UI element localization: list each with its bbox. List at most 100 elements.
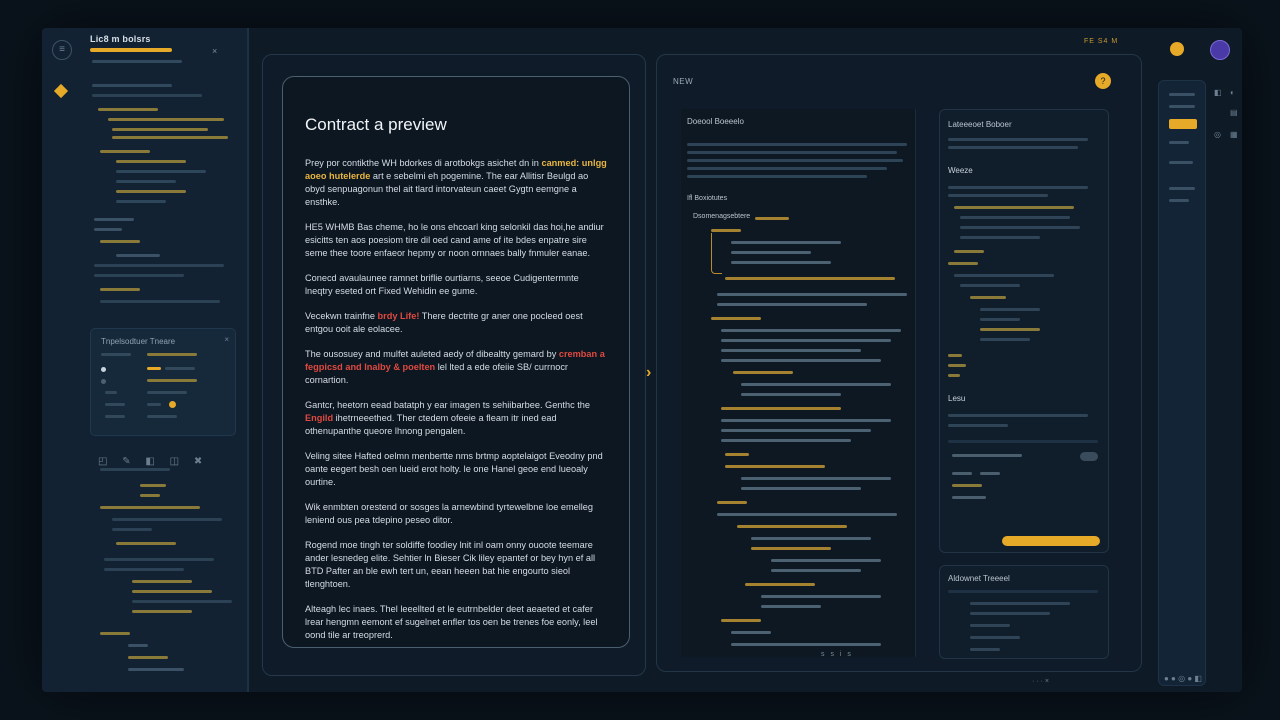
rail-line bbox=[1169, 187, 1195, 190]
code-line bbox=[745, 583, 815, 586]
tree-item[interactable] bbox=[140, 494, 160, 497]
rail-line bbox=[1169, 105, 1195, 108]
tree-item[interactable] bbox=[92, 94, 202, 97]
code-line bbox=[731, 251, 811, 254]
toggle-icon[interactable] bbox=[169, 401, 176, 408]
tree-item[interactable] bbox=[104, 568, 184, 571]
tree-item[interactable] bbox=[116, 200, 166, 203]
tree-item[interactable] bbox=[92, 84, 172, 87]
close-icon[interactable]: × bbox=[212, 46, 217, 56]
card-line bbox=[147, 415, 177, 418]
tool-icon[interactable]: ▤ bbox=[1230, 108, 1238, 117]
text-line bbox=[980, 338, 1030, 341]
side-card: Tnpelsodtuer Tneare × bbox=[90, 328, 236, 436]
tree-item[interactable] bbox=[128, 644, 148, 647]
tool-icon[interactable]: ▦ bbox=[1230, 130, 1238, 139]
code-line bbox=[721, 359, 881, 362]
tree-item[interactable] bbox=[100, 150, 150, 153]
left-sidebar: ≡ Lic8 m bolsrs × Tnpelsodtuer Tneare × bbox=[42, 28, 249, 692]
tree-item[interactable] bbox=[112, 128, 208, 131]
tool-icon[interactable]: ◎ bbox=[1214, 130, 1221, 139]
chevron-right-icon[interactable]: › bbox=[646, 364, 651, 382]
text-line bbox=[960, 236, 1040, 239]
tree-item[interactable] bbox=[132, 590, 212, 593]
tree-item[interactable] bbox=[94, 218, 134, 221]
code-line bbox=[741, 393, 841, 396]
tool-icon[interactable]: ● ● ◎ ● ◧ bbox=[1164, 674, 1202, 683]
tree-item[interactable] bbox=[100, 300, 220, 303]
radio-icon[interactable] bbox=[101, 379, 106, 384]
tree-item[interactable] bbox=[92, 60, 182, 63]
toolbar-icons[interactable]: ◰ ✎ ◧ ◫ ✖ bbox=[98, 456, 208, 467]
tree-item[interactable] bbox=[94, 264, 224, 267]
workspace-panel: NEW ? Doeool Boeeelo Ifl Boxiotutes Dsom… bbox=[656, 54, 1142, 672]
tree-item[interactable] bbox=[98, 108, 158, 111]
tree-item[interactable] bbox=[94, 228, 122, 231]
card-line bbox=[147, 391, 187, 394]
rail-line bbox=[1169, 141, 1189, 144]
card-line bbox=[147, 403, 161, 406]
tree-item[interactable] bbox=[94, 274, 184, 277]
radio-icon[interactable] bbox=[101, 367, 106, 372]
menu-icon[interactable]: ≡ bbox=[52, 40, 72, 60]
code-line bbox=[725, 465, 825, 468]
tree-item[interactable] bbox=[108, 118, 224, 121]
card-line bbox=[147, 367, 161, 370]
tree-item[interactable] bbox=[116, 180, 176, 183]
tree-item[interactable] bbox=[116, 254, 160, 257]
code-line bbox=[761, 605, 821, 608]
status-orb-icon[interactable] bbox=[1170, 42, 1184, 56]
primary-button[interactable] bbox=[1002, 536, 1100, 546]
tree-item[interactable] bbox=[128, 668, 184, 671]
close-icon[interactable]: × bbox=[224, 335, 229, 344]
text-line bbox=[687, 159, 903, 162]
tree-item[interactable] bbox=[116, 160, 186, 163]
text-line bbox=[948, 146, 1078, 149]
card-line bbox=[105, 403, 125, 406]
text-line bbox=[948, 440, 1098, 443]
tree-item[interactable] bbox=[128, 656, 168, 659]
text-line bbox=[970, 296, 1006, 299]
text-line bbox=[960, 216, 1070, 219]
tool-icon[interactable]: ◧ bbox=[1214, 88, 1222, 97]
paragraph: Alteagh lec inaes. Thel leeellted et le … bbox=[305, 604, 598, 640]
contract-preview: Contract a preview Prey por contikthe WH… bbox=[282, 76, 630, 648]
text-line bbox=[954, 206, 1074, 209]
tree-item[interactable] bbox=[100, 288, 140, 291]
tree-item[interactable] bbox=[116, 190, 186, 193]
code-line bbox=[741, 487, 861, 490]
diamond-icon[interactable] bbox=[53, 83, 69, 99]
text-line bbox=[970, 612, 1050, 615]
code-line bbox=[725, 277, 895, 280]
text-line bbox=[952, 484, 982, 487]
tree-item[interactable] bbox=[112, 528, 152, 531]
tree-item[interactable] bbox=[104, 558, 214, 561]
tree-item[interactable] bbox=[140, 484, 166, 487]
tree-item[interactable] bbox=[132, 600, 232, 603]
sidebar-title: Lic8 m bolsrs bbox=[90, 34, 151, 44]
tree-item[interactable] bbox=[100, 632, 130, 635]
help-icon[interactable]: ? bbox=[1095, 73, 1111, 89]
avatar[interactable] bbox=[1210, 40, 1230, 60]
code-line bbox=[737, 525, 847, 528]
tree-item[interactable] bbox=[100, 506, 200, 509]
rail-button[interactable] bbox=[1169, 119, 1197, 129]
section-title: Weeze bbox=[948, 166, 973, 175]
tree-item[interactable] bbox=[112, 136, 228, 139]
toggle-switch[interactable] bbox=[1080, 452, 1098, 461]
tree-item[interactable] bbox=[132, 580, 192, 583]
tool-icon[interactable]: ◐ bbox=[1230, 88, 1235, 97]
paragraph: Vecekwn trainfne brdy Life! There dectri… bbox=[305, 311, 583, 334]
tree-item[interactable] bbox=[132, 610, 192, 613]
tree-item[interactable] bbox=[100, 468, 170, 471]
tool-icon[interactable]: · · · × bbox=[1032, 678, 1049, 685]
code-line bbox=[733, 371, 793, 374]
app-window: ≡ Lic8 m bolsrs × Tnpelsodtuer Tneare × bbox=[42, 28, 1242, 692]
code-line bbox=[721, 429, 871, 432]
tree-item[interactable] bbox=[112, 518, 222, 521]
tree-item[interactable] bbox=[116, 542, 176, 545]
card-line bbox=[101, 353, 131, 356]
tree-item[interactable] bbox=[116, 170, 206, 173]
text-line bbox=[952, 472, 972, 475]
tree-item[interactable] bbox=[100, 240, 140, 243]
